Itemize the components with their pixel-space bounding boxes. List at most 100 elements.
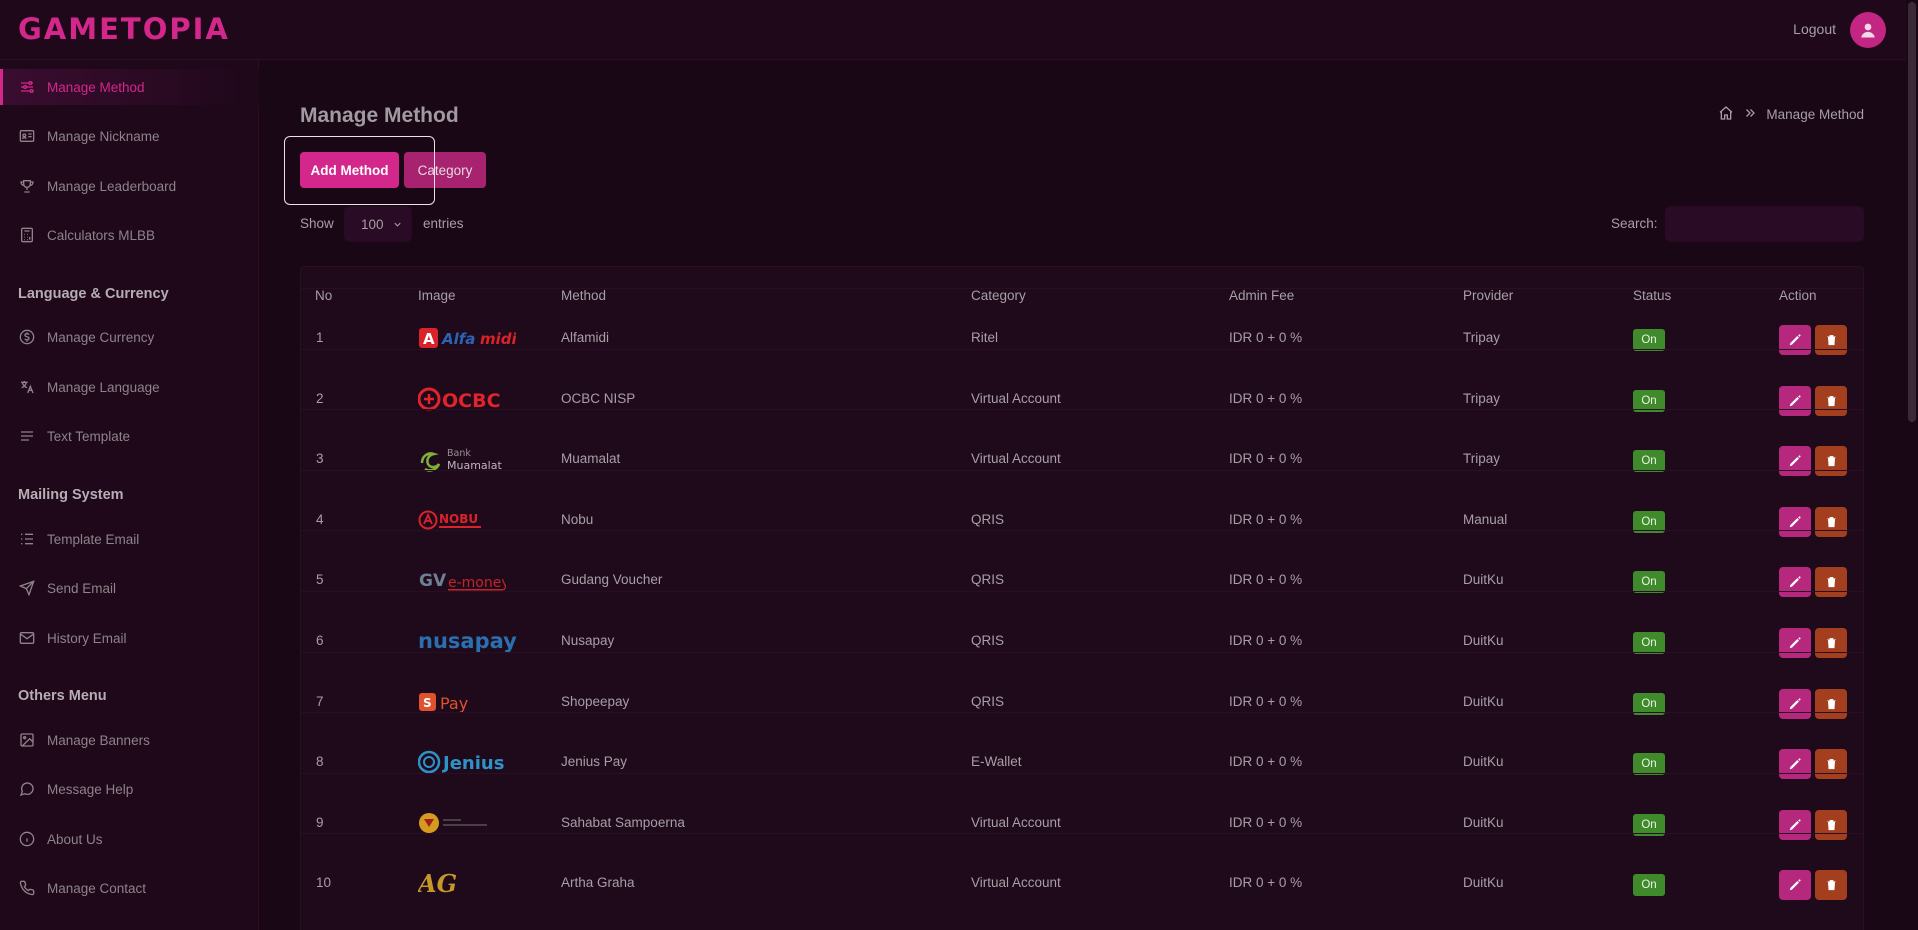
trash-icon	[1826, 577, 1836, 588]
edit-button[interactable]	[1779, 689, 1811, 719]
sidebar-item-calculators-mlbb[interactable]: Calculators MLBB	[0, 217, 259, 253]
sidebar-item-manage-method[interactable]: Manage Method	[0, 69, 259, 105]
edit-button[interactable]	[1779, 325, 1811, 355]
trash-icon	[1826, 638, 1836, 649]
cell-no: 7	[316, 694, 324, 709]
trash-icon	[1826, 699, 1836, 710]
sidebar-item-manage-banners[interactable]: Manage Banners	[0, 722, 259, 758]
cell-provider: DuitKu	[1463, 754, 1504, 769]
home-icon[interactable]	[1718, 105, 1734, 124]
sidebar-item-label: Calculators MLBB	[47, 227, 156, 243]
delete-button[interactable]	[1815, 507, 1847, 537]
status-badge[interactable]: On	[1633, 329, 1665, 351]
sidebar-item-label: Manage Currency	[47, 329, 155, 345]
sidebar-item-manage-contact[interactable]: Manage Contact	[0, 870, 259, 906]
edit-button[interactable]	[1779, 749, 1811, 779]
cell-admin-fee: IDR 0 + 0 %	[1229, 633, 1303, 648]
delete-button[interactable]	[1815, 325, 1847, 355]
sidebar-item-label: Template Email	[47, 531, 140, 547]
edit-button[interactable]	[1779, 507, 1811, 537]
delete-button[interactable]	[1815, 386, 1847, 416]
cell-category: Virtual Account	[971, 391, 1061, 406]
column-header-no[interactable]: No	[315, 288, 332, 303]
sidebar-item-label: Message Help	[47, 781, 134, 797]
svg-text:A: A	[423, 330, 435, 348]
edit-button[interactable]	[1779, 446, 1811, 476]
send-icon	[18, 579, 36, 597]
column-header-action[interactable]: Action	[1779, 288, 1817, 303]
sidebar-item-label: Manage Leaderboard	[47, 178, 177, 194]
delete-button[interactable]	[1815, 689, 1847, 719]
cell-admin-fee: IDR 0 + 0 %	[1229, 694, 1303, 709]
trash-icon	[1826, 759, 1836, 770]
delete-button[interactable]	[1815, 810, 1847, 840]
sidebar-item-label: Text Template	[47, 428, 131, 444]
delete-button[interactable]	[1815, 749, 1847, 779]
sidebar-item-manage-currency[interactable]: Manage Currency	[0, 319, 259, 355]
sidebar-item-text-template[interactable]: Text Template	[0, 418, 259, 454]
image-icon	[18, 731, 36, 749]
delete-button[interactable]	[1815, 446, 1847, 476]
sidebar-item-send-email[interactable]: Send Email	[0, 570, 259, 606]
edit-button[interactable]	[1779, 628, 1811, 658]
column-header-provider[interactable]: Provider	[1463, 288, 1513, 303]
edit-button[interactable]	[1779, 567, 1811, 597]
cell-no: 5	[316, 572, 324, 587]
sidebar-item-label: About Us	[47, 831, 103, 847]
delete-button[interactable]	[1815, 628, 1847, 658]
delete-button[interactable]	[1815, 870, 1847, 900]
edit-button[interactable]	[1779, 810, 1811, 840]
column-header-category[interactable]: Category	[971, 288, 1026, 303]
sidebar-item-manage-language[interactable]: Manage Language	[0, 369, 259, 405]
status-badge[interactable]: On	[1633, 874, 1665, 896]
edit-button[interactable]	[1779, 870, 1811, 900]
sidebar-item-about-us[interactable]: About Us	[0, 821, 259, 857]
breadcrumb: Manage Method	[1718, 105, 1864, 124]
cell-method: Alfamidi	[561, 330, 610, 345]
sliders-icon	[18, 78, 36, 96]
cell-admin-fee: IDR 0 + 0 %	[1229, 754, 1303, 769]
entries-select[interactable]: 100	[344, 206, 412, 242]
status-badge[interactable]: On	[1633, 632, 1665, 654]
search-input[interactable]	[1665, 206, 1864, 242]
status-badge[interactable]: On	[1633, 450, 1665, 472]
page-scrollbar[interactable]	[1906, 0, 1918, 930]
row-divider	[300, 409, 1864, 410]
sidebar-item-message-help[interactable]: Message Help	[0, 771, 259, 807]
cell-method: Gudang Voucher	[561, 572, 663, 587]
cell-method: Jenius Pay	[561, 754, 628, 769]
category-button[interactable]: Category	[404, 152, 486, 188]
logout-link[interactable]: Logout	[1793, 21, 1836, 37]
sidebar-item-manage-nickname[interactable]: Manage Nickname	[0, 118, 259, 154]
sidebar-item-history-email[interactable]: History Email	[0, 620, 259, 656]
status-badge[interactable]: On	[1633, 571, 1665, 593]
column-header-status[interactable]: Status	[1633, 288, 1671, 303]
column-header-admin-fee[interactable]: Admin Fee	[1229, 288, 1294, 303]
sidebar-item-template-email[interactable]: Template Email	[0, 521, 259, 557]
cell-admin-fee: IDR 0 + 0 %	[1229, 391, 1303, 406]
method-logo-image: AGAG	[418, 869, 468, 897]
svg-text:nusapay: nusapay	[418, 629, 517, 653]
edit-button[interactable]	[1779, 386, 1811, 416]
delete-button[interactable]	[1815, 567, 1847, 597]
status-badge[interactable]: On	[1633, 753, 1665, 775]
scroll-thumb[interactable]	[1908, 2, 1916, 422]
cell-provider: DuitKu	[1463, 875, 1504, 890]
chevron-down-icon	[392, 218, 403, 233]
trash-icon	[1826, 880, 1836, 891]
add-method-button[interactable]: Add Method	[300, 152, 399, 188]
svg-text:Alfa: Alfa	[441, 330, 475, 348]
sidebar-item-manage-leaderboard[interactable]: Manage Leaderboard	[0, 168, 259, 204]
app-logo[interactable]: GAMETOPIA	[18, 12, 230, 46]
user-avatar[interactable]	[1850, 12, 1886, 48]
svg-text:e-money: e-money	[448, 575, 506, 591]
row-divider	[300, 591, 1864, 592]
method-logo-image: JeniusJenius	[418, 748, 506, 776]
column-header-method[interactable]: Method	[561, 288, 606, 303]
sidebar-section-language-currency: Language & Currency	[18, 286, 169, 302]
cell-no: 8	[316, 754, 324, 769]
pencil-icon	[1789, 819, 1801, 831]
column-header-image[interactable]: Image	[418, 288, 456, 303]
phone-icon	[18, 879, 36, 897]
cell-no: 4	[316, 512, 324, 527]
